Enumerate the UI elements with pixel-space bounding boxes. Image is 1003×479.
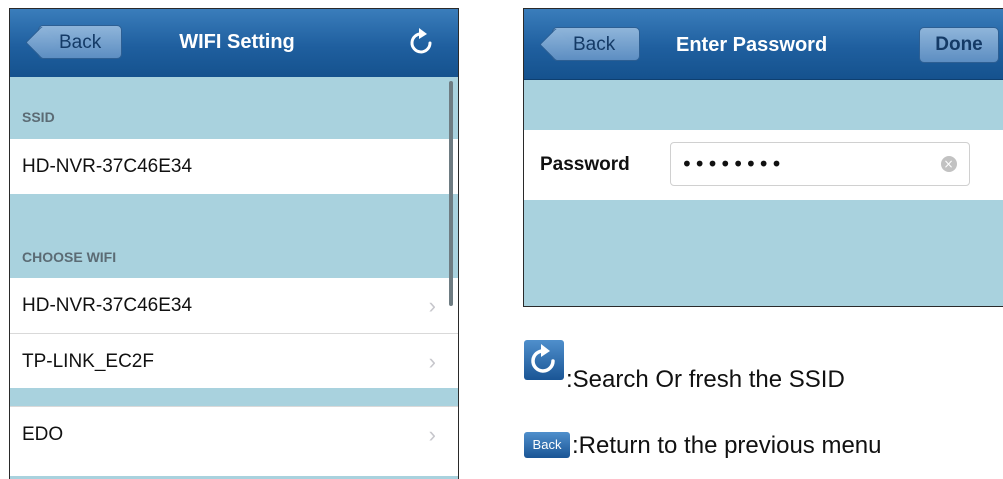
scrollbar[interactable] [449,81,453,306]
navigation-bar: Back Enter Password Done [524,9,1003,80]
password-label: Password [540,154,630,175]
password-field[interactable]: •••••••• × [670,142,970,186]
wifi-name: TP-LINK_EC2F [22,351,154,372]
chevron-right-icon: › [428,349,436,374]
wifi-list-item[interactable]: TP-LINK_EC2F › [10,333,458,388]
wifi-name: HD-NVR-37C46E34 [22,295,193,316]
ssid-value: HD-NVR-37C46E34 [10,139,458,194]
back-button-label: Back [573,34,616,55]
password-row: Password •••••••• × [524,130,1003,200]
wifi-list-item[interactable]: EDO › [10,406,458,476]
done-button[interactable]: Done [919,27,999,63]
section-header-choose-wifi: CHOOSE WIFI [10,194,458,278]
wifi-setting-screen: Back WIFI Setting SSID HD-NVR-37C46E34 C… [9,8,459,479]
page-title: Enter Password [676,34,828,56]
clear-icon[interactable]: × [941,156,957,172]
back-button-icon: Back [524,432,570,458]
refresh-description: :Search Or fresh the SSID [566,366,845,393]
refresh-icon[interactable] [406,27,438,59]
wifi-name: EDO [22,424,64,445]
refresh-icon [524,340,564,380]
section-header-ssid: SSID [10,77,458,139]
navigation-bar: Back WIFI Setting [10,9,458,78]
page-title: WIFI Setting [179,31,295,53]
enter-password-screen: Back Enter Password Done Password ••••••… [523,8,1003,307]
wifi-list-item[interactable]: HD-NVR-37C46E34 › [10,278,458,333]
chevron-right-icon: › [428,293,436,318]
password-value: •••••••• [681,152,784,176]
back-description: :Return to the previous menu [572,432,882,459]
back-button[interactable]: Back [552,27,640,61]
chevron-right-icon: › [428,422,436,447]
